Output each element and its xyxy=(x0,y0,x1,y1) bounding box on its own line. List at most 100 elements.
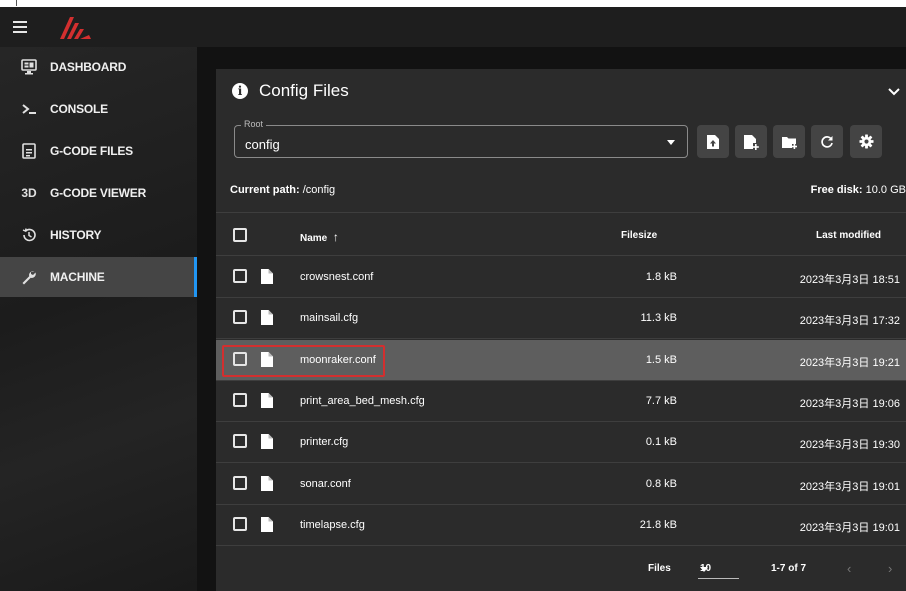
create-folder-button[interactable] xyxy=(773,125,805,158)
column-header-last-modified[interactable]: Last modified xyxy=(816,230,881,241)
sidebar-item-dashboard[interactable]: DASHBOARD xyxy=(0,47,197,87)
panel-header[interactable]: i Config Files xyxy=(216,69,906,113)
table-row[interactable]: print_area_bed_mesh.cfg 7.7 kB 2023年3月3日 1… xyxy=(216,381,906,422)
3d-icon: 3D xyxy=(21,186,37,200)
file-modified: 2023年3月3日 18:51 xyxy=(799,274,900,286)
current-path: Current path: /config xyxy=(230,184,336,196)
file-icon xyxy=(261,516,273,532)
history-icon xyxy=(20,226,38,244)
file-size: 0.1 kB xyxy=(645,436,677,449)
root-select-value: config xyxy=(245,137,280,152)
file-modified: 2023年3月3日 19:06 xyxy=(799,397,900,410)
table-row[interactable]: sonar.conf 0.8 kB 2023年3月3日 19:01 xyxy=(216,464,906,505)
table-row[interactable]: moonraker.conf 1.5 kB 2023年3月3日 19:21 xyxy=(216,339,906,381)
file-modified: 2023年3月3日 19:21 xyxy=(799,356,900,369)
file-icon xyxy=(261,351,273,367)
info-icon: i xyxy=(232,83,248,99)
create-file-button[interactable] xyxy=(735,125,767,158)
free-disk: Free disk: 10.0 GB xyxy=(810,184,906,196)
chevron-down-icon[interactable] xyxy=(886,83,902,99)
sidebar-item-label: HISTORY xyxy=(50,228,102,242)
top-strip-mark xyxy=(16,0,21,6)
file-upload-icon xyxy=(707,134,719,149)
file-name: sonar.conf xyxy=(300,477,351,490)
table-row[interactable]: crowsnest.conf 1.8 kB 2023年3月3日 18:51 xyxy=(216,257,906,298)
file-document-icon xyxy=(20,142,38,160)
row-checkbox[interactable] xyxy=(233,475,247,490)
monitor-dashboard-icon xyxy=(20,58,38,76)
top-strip xyxy=(0,0,906,7)
root-select-label: Root xyxy=(241,119,267,129)
prev-page-button[interactable]: ‹ xyxy=(847,561,851,576)
file-name: crowsnest.conf xyxy=(300,271,374,283)
main-content: i Config Files Root config Current path:… xyxy=(197,47,906,591)
file-size: 11.3 kB xyxy=(640,312,678,325)
sidebar-item-machine[interactable]: MACHINE xyxy=(0,257,197,297)
sidebar-item-label: DASHBOARD xyxy=(50,60,127,74)
sidebar-item-label: CONSOLE xyxy=(50,102,108,116)
file-icon xyxy=(261,475,273,491)
sidebar: DASHBOARD CONSOLE G-CODE FILES 3D G-CODE… xyxy=(0,47,197,591)
file-icon xyxy=(261,310,273,326)
next-page-button[interactable]: › xyxy=(888,561,892,576)
file-modified: 2023年3月3日 17:32 xyxy=(799,315,900,328)
file-size: 21.8 kB xyxy=(639,518,677,531)
sidebar-item-label: MACHINE xyxy=(50,270,105,284)
table-header: Name ↑ Filesize Last modified xyxy=(216,214,906,256)
sidebar-item-gcode-viewer[interactable]: 3D G-CODE VIEWER xyxy=(0,173,197,213)
refresh-button[interactable] xyxy=(811,125,843,158)
row-checkbox[interactable] xyxy=(233,516,247,531)
file-size: 0.8 kB xyxy=(645,477,677,490)
wrench-icon xyxy=(20,268,38,286)
row-checkbox[interactable] xyxy=(233,269,247,283)
file-icon xyxy=(261,269,273,284)
table-row[interactable]: mainsail.cfg 11.3 kB 2023年3月3日 17:32 xyxy=(216,298,906,340)
sidebar-item-console[interactable]: CONSOLE xyxy=(0,89,197,129)
root-select[interactable]: Root config xyxy=(234,119,688,158)
path-bar: Current path: /config Free disk: 10.0 GB xyxy=(216,169,906,213)
row-checkbox[interactable] xyxy=(233,351,247,366)
file-size: 1.8 kB xyxy=(645,271,677,283)
pagination-range: 1-7 of 7 xyxy=(771,563,807,574)
file-name: print_area_bed_mesh.cfg xyxy=(300,394,425,407)
sidebar-item-label: G-CODE FILES xyxy=(50,144,133,158)
caret-down-icon xyxy=(667,140,675,145)
file-modified: 2023年3月3日 19:01 xyxy=(799,521,900,534)
settings-button[interactable] xyxy=(850,125,882,158)
panel-title: Config Files xyxy=(259,81,349,100)
folder-plus-icon xyxy=(782,136,797,149)
table-row[interactable]: timelapse.cfg 21.8 kB 2023年3月3日 19:01 xyxy=(216,505,906,546)
files-per-page-label: Files xyxy=(648,563,671,574)
app-bar xyxy=(0,7,906,47)
file-plus-icon xyxy=(744,134,759,150)
file-modified: 2023年3月3日 19:30 xyxy=(799,439,900,452)
file-icon xyxy=(261,434,273,450)
sidebar-item-history[interactable]: HISTORY xyxy=(0,215,197,255)
row-checkbox[interactable] xyxy=(233,434,247,449)
per-page-select[interactable]: 10 xyxy=(698,557,739,579)
mainsail-logo xyxy=(60,17,91,39)
file-size: 7.7 kB xyxy=(645,394,677,407)
upload-file-button[interactable] xyxy=(697,125,729,158)
config-files-panel: i Config Files Root config Current path:… xyxy=(216,69,906,591)
select-all-checkbox[interactable] xyxy=(233,228,247,242)
row-checkbox[interactable] xyxy=(233,392,247,407)
sidebar-item-label: G-CODE VIEWER xyxy=(50,186,147,200)
sidebar-item-gcode-files[interactable]: G-CODE FILES xyxy=(0,131,197,171)
menu-icon[interactable] xyxy=(13,21,27,33)
row-checkbox[interactable] xyxy=(233,310,247,325)
file-icon xyxy=(261,392,273,408)
caret-down-icon xyxy=(700,567,708,572)
file-name: printer.cfg xyxy=(300,436,349,449)
file-modified: 2023年3月3日 19:01 xyxy=(799,480,900,493)
sort-ascending-icon: ↑ xyxy=(332,230,339,244)
column-header-filesize[interactable]: Filesize xyxy=(621,230,657,241)
table-footer: Files 10 1-7 of 7 ‹ › xyxy=(216,545,906,591)
column-header-name[interactable]: Name ↑ xyxy=(300,230,339,244)
file-name: timelapse.cfg xyxy=(300,518,365,531)
file-size: 1.5 kB xyxy=(645,353,677,366)
file-name: moonraker.conf xyxy=(300,353,376,366)
table-row[interactable]: printer.cfg 0.1 kB 2023年3月3日 19:30 xyxy=(216,422,906,464)
refresh-icon xyxy=(821,135,833,148)
console-icon xyxy=(20,100,38,118)
